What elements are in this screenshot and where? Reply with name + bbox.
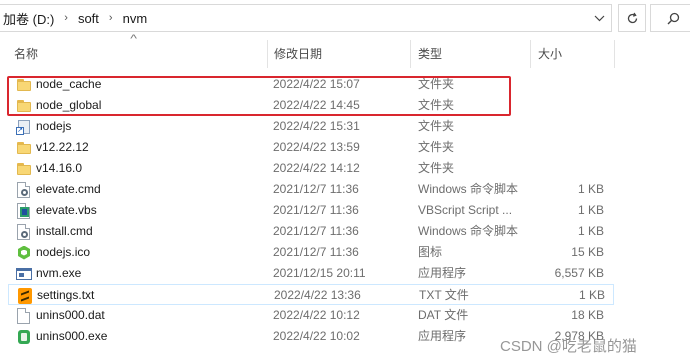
installer-icon bbox=[16, 329, 32, 345]
file-name: install.cmd bbox=[36, 224, 93, 238]
file-type: Windows 命令脚本 bbox=[418, 182, 519, 196]
file-date: 2021/12/7 11:36 bbox=[273, 224, 359, 238]
file-name: elevate.vbs bbox=[36, 203, 97, 217]
file-name: unins000.dat bbox=[36, 308, 105, 322]
file-row-unins-dat[interactable]: unins000.dat 2022/4/22 10:12 DAT 文件 18 K… bbox=[8, 305, 614, 326]
file-date: 2021/12/7 11:36 bbox=[273, 245, 359, 259]
refresh-button[interactable] bbox=[618, 4, 646, 32]
folder-icon bbox=[16, 140, 32, 156]
sort-ascending-icon: ^ bbox=[130, 33, 137, 45]
folder-shortcut-icon: ↗ bbox=[16, 119, 32, 135]
file-name: v12.22.12 bbox=[36, 140, 89, 154]
file-type: Windows 命令脚本 bbox=[418, 224, 519, 238]
sublime-text-icon bbox=[17, 287, 33, 304]
file-size bbox=[530, 158, 604, 179]
chevron-right-icon[interactable]: › bbox=[103, 12, 119, 24]
file-date: 2022/4/22 13:59 bbox=[273, 140, 360, 154]
column-divider[interactable] bbox=[410, 40, 411, 68]
file-size: 1 KB bbox=[577, 203, 604, 217]
file-row-nvm-exe[interactable]: nvm.exe 2021/12/15 20:11 应用程序 6,557 KB bbox=[8, 263, 614, 284]
column-header-type[interactable]: 类型 bbox=[418, 46, 442, 66]
file-date: 2022/4/22 10:12 bbox=[273, 308, 360, 322]
column-header-size[interactable]: 大小 bbox=[538, 46, 562, 66]
file-row-v14[interactable]: v14.16.0 2022/4/22 14:12 文件夹 bbox=[8, 158, 614, 179]
file-row-v12[interactable]: v12.22.12 2022/4/22 13:59 文件夹 bbox=[8, 137, 614, 158]
address-bar[interactable]: 加卷 (D:) › soft › nvm bbox=[0, 4, 612, 32]
file-type: 文件夹 bbox=[418, 161, 455, 175]
column-divider[interactable] bbox=[267, 40, 268, 68]
file-date: 2022/4/22 14:12 bbox=[273, 161, 360, 175]
file-type: 文件夹 bbox=[418, 140, 455, 154]
highlight-annotation bbox=[7, 76, 511, 116]
column-divider[interactable] bbox=[530, 40, 531, 68]
file-type: 图标 bbox=[418, 245, 443, 259]
file-row-nodejs-ico[interactable]: nodejs.ico 2021/12/7 11:36 图标 15 KB bbox=[8, 242, 614, 263]
file-size bbox=[530, 74, 604, 95]
folder-icon bbox=[16, 161, 32, 177]
column-header-date[interactable]: 修改日期 bbox=[274, 46, 322, 66]
file-size: 1 KB bbox=[577, 224, 604, 238]
file-row-install-cmd[interactable]: install.cmd 2021/12/7 11:36 Windows 命令脚本… bbox=[8, 221, 614, 242]
file-type: DAT 文件 bbox=[418, 308, 469, 322]
breadcrumb-soft[interactable]: soft bbox=[74, 11, 103, 26]
search-input[interactable] bbox=[650, 4, 690, 32]
file-name: elevate.cmd bbox=[36, 182, 101, 196]
file-row-elevate-vbs[interactable]: elevate.vbs 2021/12/7 11:36 VBScript Scr… bbox=[8, 200, 614, 221]
chevron-right-icon[interactable]: › bbox=[58, 12, 74, 24]
refresh-icon bbox=[627, 12, 637, 23]
file-name: nvm.exe bbox=[36, 266, 82, 280]
breadcrumb: 加卷 (D:) › soft › nvm bbox=[0, 5, 151, 31]
file-date: 2022/4/22 10:02 bbox=[273, 329, 360, 343]
file-type: 应用程序 bbox=[418, 266, 467, 280]
file-date: 2021/12/7 11:36 bbox=[273, 182, 359, 196]
file-type: TXT 文件 bbox=[419, 288, 469, 302]
file-name: settings.txt bbox=[37, 288, 95, 302]
column-header-name[interactable]: 名称 bbox=[14, 46, 38, 66]
file-name: nodejs.ico bbox=[36, 245, 91, 259]
file-date: 2021/12/15 20:11 bbox=[273, 266, 366, 280]
cmd-script-icon bbox=[17, 181, 30, 198]
file-row-elevate-cmd[interactable]: elevate.cmd 2021/12/7 11:36 Windows 命令脚本… bbox=[8, 179, 614, 200]
file-name: unins000.exe bbox=[36, 329, 108, 343]
watermark: CSDN @吃老鼠的猫 bbox=[500, 338, 637, 355]
file-size bbox=[530, 95, 604, 116]
vbs-script-icon bbox=[17, 202, 30, 219]
file-type: VBScript Script ... bbox=[418, 203, 513, 217]
column-divider[interactable] bbox=[614, 40, 615, 68]
exe-icon bbox=[16, 266, 32, 282]
file-date: 2021/12/7 11:36 bbox=[273, 203, 359, 217]
file-size bbox=[530, 116, 604, 137]
file-size: 1 KB bbox=[577, 182, 604, 196]
chevron-down-icon[interactable] bbox=[591, 9, 607, 27]
file-row-settings-txt[interactable]: settings.txt 2022/4/22 13:36 TXT 文件 1 KB bbox=[8, 284, 614, 305]
file-size: 18 KB bbox=[571, 308, 604, 322]
file-size bbox=[530, 137, 604, 158]
file-name: nodejs bbox=[36, 119, 72, 133]
breadcrumb-nvm[interactable]: nvm bbox=[119, 11, 152, 26]
file-type: 文件夹 bbox=[418, 119, 455, 133]
file-name: v14.16.0 bbox=[36, 161, 83, 175]
search-icon bbox=[667, 12, 680, 24]
breadcrumb-drive[interactable]: 加卷 (D:) bbox=[0, 9, 58, 28]
file-size: 6,557 KB bbox=[554, 266, 604, 280]
file-size: 15 KB bbox=[571, 245, 604, 259]
file-date: 2022/4/22 13:36 bbox=[274, 288, 361, 302]
dat-file-icon bbox=[17, 307, 30, 324]
file-size: 1 KB bbox=[578, 288, 605, 302]
nodejs-ico-icon bbox=[16, 245, 32, 261]
file-row-nodejs[interactable]: ↗ nodejs 2022/4/22 15:31 文件夹 bbox=[8, 116, 614, 137]
cmd-script-icon bbox=[17, 223, 30, 240]
file-date: 2022/4/22 15:31 bbox=[273, 119, 360, 133]
